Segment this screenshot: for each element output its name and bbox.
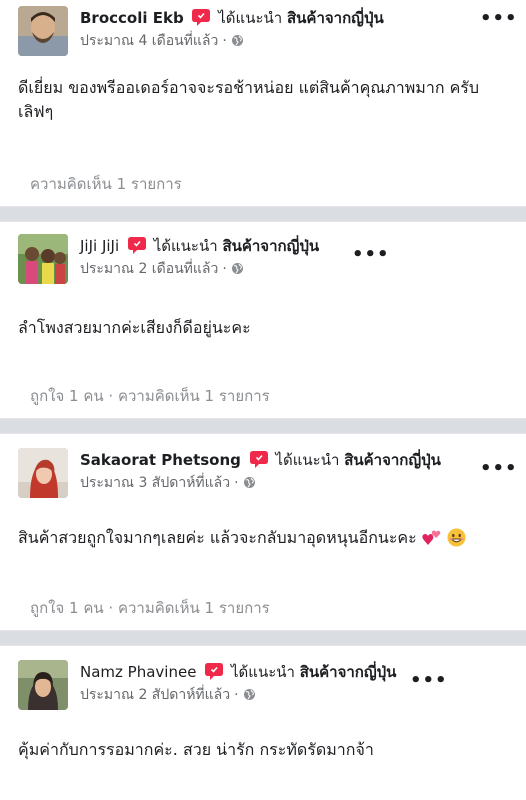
avatar[interactable] (18, 448, 68, 498)
card-separator (0, 630, 526, 646)
separator-dot: · (222, 33, 227, 49)
page-name[interactable]: สินค้าจากญี่ปุ่น (222, 237, 319, 255)
review-header: Sakaorat Phetsong ได้แนะนำ สินค้าจากญี่ป… (18, 448, 517, 504)
two-hearts-emoji (422, 529, 442, 554)
more-options-icon[interactable]: ••• (352, 246, 389, 268)
review-text: สินค้าสวยถูกใจมากๆเลยค่ะ แล้วจะกลับมาอุด… (18, 526, 508, 554)
globe-icon (243, 476, 256, 489)
meta-separator: · (103, 387, 118, 405)
likes-count[interactable]: ถูกใจ 1 คน (30, 599, 104, 617)
more-options-icon[interactable]: ••• (480, 460, 517, 482)
review-text: คุ้มค่ากับการรอมากค่ะ. สวย น่ารัก กระทัด… (18, 740, 374, 759)
review-text: ลำโพงสวยมากค่ะเสียงก็ดีอยู่นะคะ (18, 318, 251, 337)
review-card: Sakaorat Phetsong ได้แนะนำ สินค้าจากญี่ป… (0, 434, 526, 630)
review-meta: ความคิดเห็น 1 รายการ (30, 172, 182, 196)
review-byline: Broccoli Ekb ได้แนะนำ สินค้าจากญี่ปุ่น ป… (80, 8, 466, 51)
comments-count[interactable]: ความคิดเห็น 1 รายการ (30, 175, 182, 193)
review-card: Broccoli Ekb ได้แนะนำ สินค้าจากญี่ปุ่น ป… (0, 0, 526, 206)
more-options-icon[interactable]: ••• (410, 672, 447, 694)
grinning-face-emoji (447, 528, 466, 554)
comments-count[interactable]: ความคิดเห็น 1 รายการ (118, 387, 270, 405)
avatar[interactable] (18, 6, 68, 56)
page-name[interactable]: สินค้าจากญี่ปุ่น (344, 451, 441, 469)
page-name[interactable]: สินค้าจากญี่ปุ่น (287, 9, 384, 27)
reviews-feed: Broccoli Ekb ได้แนะนำ สินค้าจากญี่ปุ่น ป… (0, 0, 526, 800)
page-name[interactable]: สินค้าจากญี่ปุ่น (300, 663, 397, 681)
globe-icon (231, 262, 244, 275)
avatar[interactable] (18, 660, 68, 710)
recommend-icon (205, 663, 224, 680)
review-header: Broccoli Ekb ได้แนะนำ สินค้าจากญี่ปุ่น ป… (18, 6, 517, 62)
globe-icon (231, 34, 244, 47)
recommend-icon (127, 237, 146, 254)
recommend-verb: ได้แนะนำ (275, 451, 340, 469)
author-name[interactable]: Namz Phavinee (80, 663, 196, 681)
review-header: Namz Phavinee ได้แนะนำ สินค้าจากญี่ปุ่น … (18, 660, 516, 716)
review-text: ดีเยี่ยม ของพรีออเดอร์อาจจะรอช้าหน่อย แต… (18, 78, 480, 121)
author-name[interactable]: JiJi JiJi (80, 237, 119, 255)
timestamp[interactable]: ประมาณ 3 สัปดาห์ที่แล้ว (80, 475, 230, 491)
globe-icon (243, 688, 256, 701)
review-card: Namz Phavinee ได้แนะนำ สินค้าจากญี่ปุ่น … (0, 646, 526, 800)
review-meta: ถูกใจ 1 คน · ความคิดเห็น 1 รายการ (30, 596, 270, 620)
author-name[interactable]: Sakaorat Phetsong (80, 451, 241, 469)
comments-count[interactable]: ความคิดเห็น 1 รายการ (118, 599, 270, 617)
review-byline: JiJi JiJi ได้แนะนำ สินค้าจากญี่ปุ่น ประม… (80, 236, 456, 279)
recommend-icon (249, 451, 268, 468)
timestamp[interactable]: ประมาณ 2 สัปดาห์ที่แล้ว (80, 687, 230, 703)
likes-count[interactable]: ถูกใจ 1 คน (30, 387, 104, 405)
separator-dot: · (222, 261, 227, 277)
card-separator (0, 206, 526, 222)
recommend-icon (192, 9, 211, 26)
review-byline: Namz Phavinee ได้แนะนำ สินค้าจากญี่ปุ่น … (80, 662, 466, 705)
review-card: JiJi JiJi ได้แนะนำ สินค้าจากญี่ปุ่น ประม… (0, 222, 526, 418)
meta-separator: · (103, 599, 118, 617)
separator-dot: · (234, 687, 239, 703)
more-options-icon[interactable]: ••• (480, 10, 517, 32)
recommend-verb: ได้แนะนำ (218, 9, 283, 27)
review-header: JiJi JiJi ได้แนะนำ สินค้าจากญี่ปุ่น ประม… (18, 234, 516, 290)
author-name[interactable]: Broccoli Ekb (80, 9, 184, 27)
avatar[interactable] (18, 234, 68, 284)
review-text-content: สินค้าสวยถูกใจมากๆเลยค่ะ แล้วจะกลับมาอุด… (18, 528, 417, 547)
separator-dot: · (234, 475, 239, 491)
recommend-verb: ได้แนะนำ (153, 237, 218, 255)
recommend-verb: ได้แนะนำ (230, 663, 295, 681)
timestamp[interactable]: ประมาณ 4 เดือนที่แล้ว (80, 33, 218, 49)
timestamp[interactable]: ประมาณ 2 เดือนที่แล้ว (80, 261, 218, 277)
review-byline: Sakaorat Phetsong ได้แนะนำ สินค้าจากญี่ป… (80, 450, 466, 493)
review-meta: ถูกใจ 1 คน · ความคิดเห็น 1 รายการ (30, 384, 270, 408)
card-separator (0, 418, 526, 434)
